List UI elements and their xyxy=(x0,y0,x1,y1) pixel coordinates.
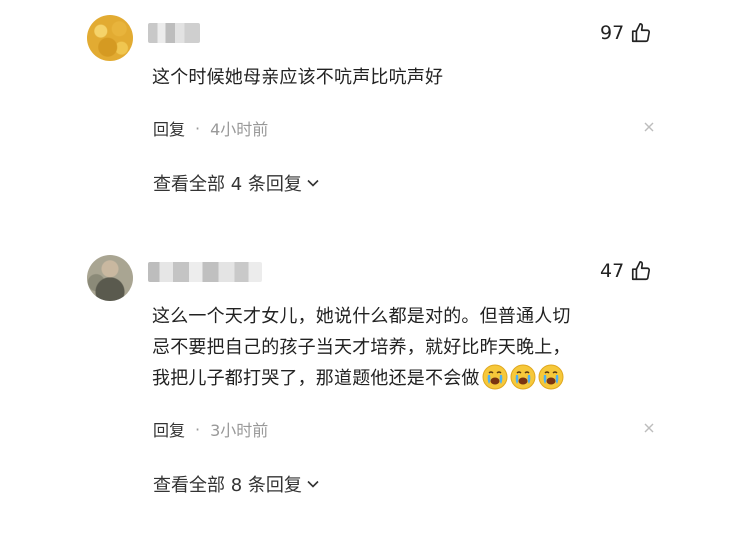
crying-face-emoji-icon xyxy=(538,364,564,390)
thumbs-up-icon xyxy=(632,23,651,43)
like-count: 97 xyxy=(600,22,625,44)
timestamp: 3小时前 xyxy=(210,421,269,440)
comment-text-line: 忌不要把自己的孩子当天才培养，就好比昨天晚上， xyxy=(152,337,571,358)
view-all-replies-button[interactable]: 查看全部 4 条回复 xyxy=(153,170,320,196)
timestamp: 4小时前 xyxy=(210,120,269,139)
avatar[interactable] xyxy=(87,255,133,301)
chevron-down-icon xyxy=(307,179,319,187)
comment-text: 这个时候她母亲应该不吭声比吭声好 xyxy=(152,62,443,93)
like-count: 47 xyxy=(600,260,625,282)
thumbs-up-icon xyxy=(632,261,651,281)
crying-face-emoji-icon xyxy=(482,364,508,390)
separator-dot: · xyxy=(195,118,201,138)
view-all-replies-label: 查看全部 4 条回复 xyxy=(153,174,302,195)
username-blurred[interactable] xyxy=(148,23,200,43)
crying-face-emoji-icon xyxy=(510,364,536,390)
reply-button[interactable]: 回复 xyxy=(153,417,185,441)
comment-text-line: 这么一个天才女儿，她说什么都是对的。但普通人切 xyxy=(152,306,571,327)
reply-button[interactable]: 回复 xyxy=(153,116,185,140)
avatar[interactable] xyxy=(87,15,133,61)
username-blurred[interactable] xyxy=(148,262,262,282)
comment-text: 这么一个天才女儿，她说什么都是对的。但普通人切 忌不要把自己的孩子当天才培养，就… xyxy=(152,301,571,394)
comment-meta: 回复 · 3小时前 xyxy=(153,417,268,441)
like-button[interactable]: 47 xyxy=(600,260,652,282)
close-icon[interactable] xyxy=(642,120,656,134)
comment-text-line: 我把儿子都打哭了，那道题他还是不会做 xyxy=(152,368,480,389)
like-button[interactable]: 97 xyxy=(600,22,652,44)
comment-meta: 回复 · 4小时前 xyxy=(153,116,268,140)
chevron-down-icon xyxy=(307,480,319,488)
close-icon[interactable] xyxy=(642,421,656,435)
view-all-replies-label: 查看全部 8 条回复 xyxy=(153,475,302,496)
separator-dot: · xyxy=(195,419,201,439)
view-all-replies-button[interactable]: 查看全部 8 条回复 xyxy=(153,471,320,497)
comment-text-line-with-emoji: 我把儿子都打哭了，那道题他还是不会做 xyxy=(152,363,571,394)
comment-text-line: 这个时候她母亲应该不吭声比吭声好 xyxy=(152,67,444,88)
